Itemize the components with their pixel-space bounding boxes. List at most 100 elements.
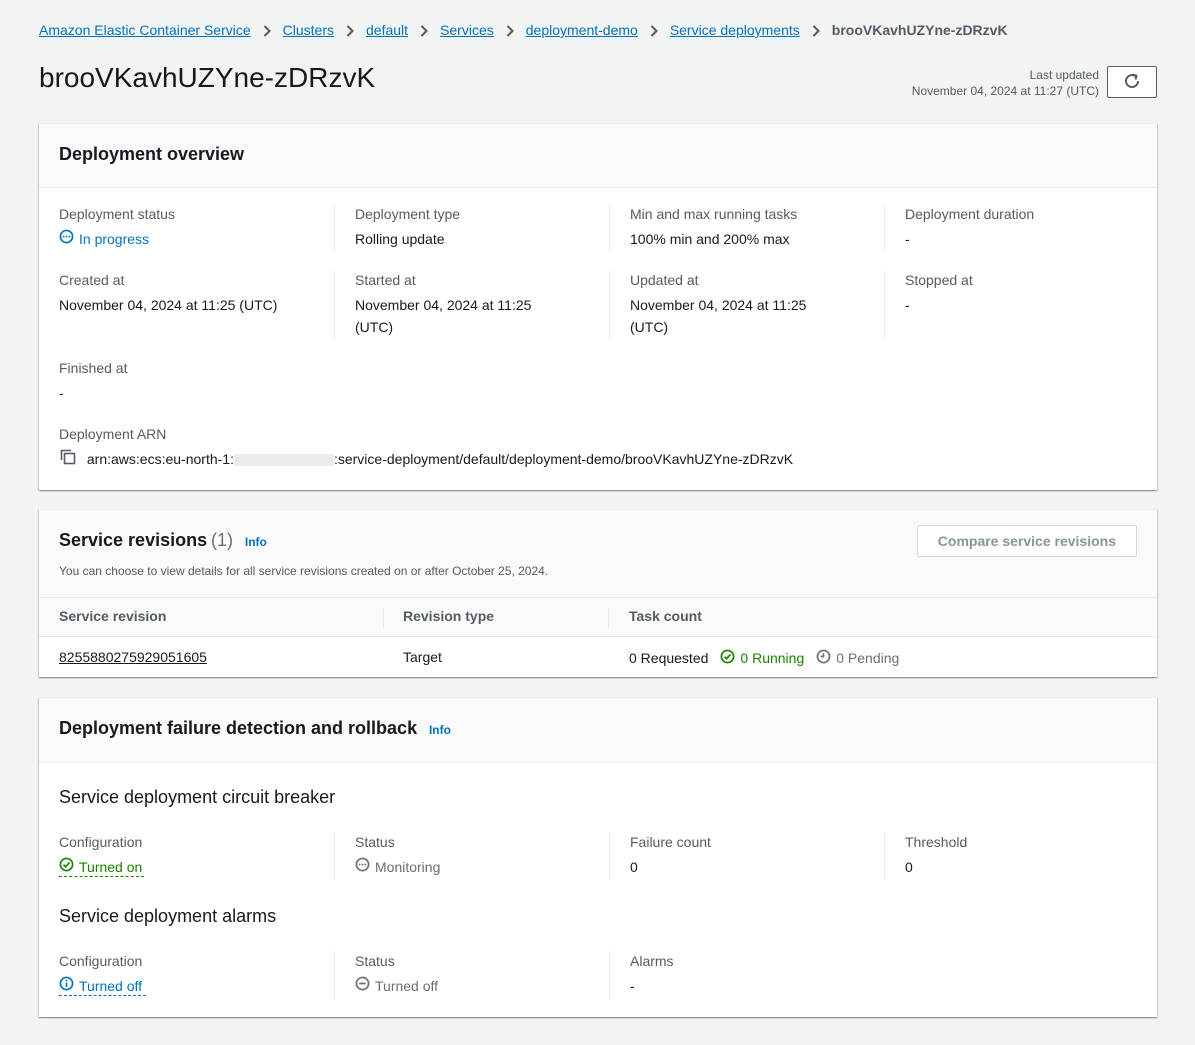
in-progress-icon	[59, 228, 74, 250]
deployment-type-value: Rolling update	[355, 231, 445, 247]
breadcrumb-clusters[interactable]: Clusters	[283, 22, 334, 38]
running-status: 0 Running	[720, 649, 804, 667]
running-count: 0 Running	[740, 650, 805, 666]
al-status-field: Status Turned off	[334, 951, 609, 999]
breadcrumb-deployment-demo[interactable]: deployment-demo	[526, 22, 638, 38]
finished-field: Finished at -	[59, 358, 334, 404]
arn-label: Deployment ARN	[59, 426, 167, 442]
refresh-button[interactable]	[1107, 66, 1157, 98]
started-field: Started at November 04, 2024 at 11:25 (U…	[334, 270, 609, 340]
al-config-text: Turned off	[79, 978, 143, 994]
overview-row-4: Deployment ARN arn:aws:ecs:eu-north-1::s…	[59, 424, 1137, 472]
deployment-type-field: Deployment type Rolling update	[334, 204, 609, 252]
created-field: Created at November 04, 2024 at 11:25 (U…	[59, 270, 334, 316]
task-count: 0 Requested 0 Running 0 Pending	[629, 649, 899, 667]
column-divider	[608, 607, 609, 629]
cb-config-label: Configuration	[59, 834, 143, 850]
panel-header: Service revisions (1) Info You can choos…	[39, 510, 1157, 598]
cb-status-text: Monitoring	[375, 859, 441, 875]
updated-value: November 04, 2024 at 11:25 (UTC)	[630, 294, 884, 338]
breadcrumb-services[interactable]: Services	[440, 22, 494, 38]
al-config-label: Configuration	[59, 953, 143, 969]
cb-config-text: Turned on	[79, 859, 143, 875]
panel-header: Deployment overview	[39, 124, 1157, 188]
info-link[interactable]: Info	[245, 535, 267, 549]
duration-value: -	[905, 231, 910, 247]
column-header-revision-type[interactable]: Revision type	[403, 608, 494, 624]
revision-type: Target	[403, 649, 442, 665]
al-status-label: Status	[355, 953, 395, 969]
cb-threshold-field: Threshold 0	[884, 832, 1137, 880]
cb-failure-field: Failure count 0	[609, 832, 884, 880]
cb-config-field: Configuration Turned on	[59, 832, 334, 877]
panel-header: Deployment failure detection and rollbac…	[39, 698, 1157, 763]
overview-row-3: Finished at -	[59, 358, 1137, 406]
min-max-value: 100% min and 200% max	[630, 231, 790, 247]
table-row: 8255880275929051605 Target 0 Requested 0…	[39, 638, 1157, 678]
chevron-right-icon	[638, 22, 670, 38]
cb-status-label: Status	[355, 834, 395, 850]
started-label: Started at	[355, 272, 416, 288]
finished-label: Finished at	[59, 360, 128, 376]
in-progress-icon	[355, 856, 370, 878]
rollback-heading: Deployment failure detection and rollbac…	[59, 718, 451, 739]
al-alarms-label: Alarms	[630, 953, 674, 969]
panel-title: Service revisions	[59, 530, 208, 550]
deployment-status-text: In progress	[79, 231, 150, 247]
min-max-field: Min and max running tasks 100% min and 2…	[609, 204, 884, 252]
al-alarms-field: Alarms -	[609, 951, 884, 999]
column-header-service-revision[interactable]: Service revision	[59, 608, 166, 624]
finished-value: -	[59, 385, 64, 401]
requested-count: 0 Requested	[629, 650, 709, 666]
arn-field: Deployment ARN arn:aws:ecs:eu-north-1::s…	[59, 424, 1137, 472]
breadcrumb: Amazon Elastic Container Service Cluster…	[39, 22, 1008, 38]
last-updated: Last updated November 04, 2024 at 11:27 …	[912, 67, 1099, 99]
stopped-label: Stopped at	[905, 272, 973, 288]
started-value-line2: (UTC)	[355, 319, 394, 335]
chevron-right-icon	[334, 22, 366, 38]
cb-config-value[interactable]: Turned on	[59, 856, 142, 878]
revisions-heading: Service revisions (1) Info	[59, 530, 267, 551]
created-value: November 04, 2024 at 11:25 (UTC)	[59, 297, 278, 313]
started-value-line1: November 04, 2024 at 11:25	[355, 297, 532, 313]
stopped-value: -	[905, 297, 910, 313]
breadcrumb-default[interactable]: default	[366, 22, 408, 38]
overview-row-1: Deployment status In progress Deployment…	[59, 204, 1137, 252]
al-alarms-value: -	[630, 978, 635, 994]
pending-count: 0 Pending	[836, 650, 900, 666]
check-circle-icon	[59, 856, 74, 878]
started-value: November 04, 2024 at 11:25 (UTC)	[355, 294, 609, 338]
page-title: brooVKavhUZYne-zDRzvK	[39, 62, 376, 93]
table-header: Service revision Revision type Task coun…	[39, 597, 1157, 637]
al-status-value: Turned off	[355, 975, 438, 997]
cb-threshold-label: Threshold	[905, 834, 968, 850]
revisions-count: (1)	[211, 530, 233, 550]
min-max-label: Min and max running tasks	[630, 206, 798, 222]
service-revision-link[interactable]: 8255880275929051605	[59, 649, 207, 665]
deployment-status-label: Deployment status	[59, 206, 175, 222]
info-link[interactable]: Info	[429, 723, 451, 737]
compare-revisions-button[interactable]: Compare service revisions	[916, 525, 1137, 557]
circuit-breaker-title: Service deployment circuit breaker	[59, 787, 336, 807]
column-header-task-count[interactable]: Task count	[629, 608, 702, 624]
copy-icon[interactable]	[59, 448, 77, 472]
arn-suffix: :service-deployment/default/deployment-d…	[333, 451, 794, 467]
updated-label: Updated at	[630, 272, 699, 288]
arn-value: arn:aws:ecs:eu-north-1::service-deployme…	[59, 448, 1137, 472]
al-config-value[interactable]: Turned off	[59, 975, 142, 997]
breadcrumb-service-deployments[interactable]: Service deployments	[670, 22, 800, 38]
chevron-right-icon	[408, 22, 440, 38]
updated-value-line1: November 04, 2024 at 11:25	[630, 297, 807, 313]
minus-circle-icon	[355, 975, 370, 997]
created-label: Created at	[59, 272, 125, 288]
breadcrumb-ecs[interactable]: Amazon Elastic Container Service	[39, 22, 251, 38]
al-config-field: Configuration Turned off	[59, 951, 334, 996]
alarms-title: Service deployment alarms	[59, 906, 277, 926]
breadcrumb-current: brooVKavhUZYne-zDRzvK	[831, 22, 1008, 38]
cb-threshold-value: 0	[905, 859, 913, 875]
last-updated-value: November 04, 2024 at 11:27 (UTC)	[911, 84, 1099, 98]
cb-status-value: Monitoring	[355, 856, 440, 878]
duration-field: Deployment duration -	[884, 204, 1137, 252]
chevron-right-icon	[494, 22, 526, 38]
check-circle-icon	[720, 649, 735, 667]
